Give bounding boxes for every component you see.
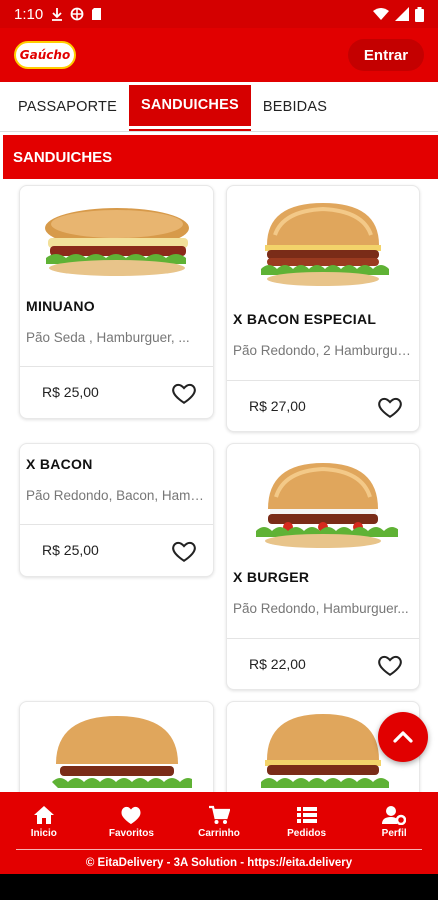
heart-icon (121, 806, 141, 825)
product-image (20, 702, 213, 792)
product-price: R$ 22,00 (249, 656, 306, 672)
home-icon (33, 806, 54, 824)
nav-item-inicio[interactable]: Inicio (0, 792, 88, 852)
product-card-x-bacon[interactable]: X BACON Pão Redondo, Bacon, Hambu... R$ … (19, 443, 214, 577)
profile-settings-icon (382, 806, 407, 825)
signal-icon (395, 7, 409, 21)
card-divider (20, 524, 213, 525)
product-list[interactable]: SANDUICHES MINUANO Pão Seda , Hamburguer… (0, 132, 438, 792)
favorite-heart-icon[interactable] (171, 538, 197, 564)
card-divider (20, 366, 213, 367)
brand-logo-text: Gaúcho (19, 48, 71, 62)
product-name: X BACON ESPECIAL (233, 311, 377, 327)
vpn-icon (70, 7, 84, 21)
nav-label: Carrinho (198, 828, 240, 839)
footer-credits: © EitaDelivery - 3A Solution - https://e… (0, 852, 438, 874)
product-description: Pão Redondo, Bacon, Hambu... (26, 488, 207, 503)
product-name: MINUANO (26, 298, 95, 314)
nav-label: Favoritos (108, 828, 154, 839)
favorite-heart-icon[interactable] (377, 394, 403, 420)
nav-label: Pedidos (287, 828, 327, 839)
product-card-partial-left[interactable] (19, 701, 214, 792)
product-price: R$ 25,00 (42, 542, 99, 558)
bottom-navigation: Inicio Favoritos Carrinho Pedidos Perfil (0, 792, 438, 852)
product-name: X BACON (26, 456, 93, 472)
product-description: Pão Seda , Hamburguer, ... (26, 330, 190, 345)
favorite-heart-icon[interactable] (171, 380, 197, 406)
product-image (227, 444, 419, 562)
nav-item-perfil[interactable]: Perfil (350, 792, 438, 852)
product-price: R$ 25,00 (42, 384, 99, 400)
tab-sanduiches[interactable]: SANDUICHES (128, 84, 251, 129)
product-name: X BURGER (233, 569, 310, 585)
product-image (227, 186, 419, 304)
product-card-x-bacon-especial[interactable]: X BACON ESPECIAL Pão Redondo, 2 Hamburgu… (226, 185, 420, 432)
sandwich-image (261, 203, 389, 286)
sd-card-icon (92, 8, 102, 20)
app-bar: Gaúcho Entrar (0, 28, 438, 82)
status-time: 1:10 (14, 5, 44, 23)
tab-bebidas[interactable]: BEBIDAS (251, 85, 339, 129)
list-icon (296, 807, 317, 823)
status-bar: 1:10 (0, 0, 438, 28)
chevron-up-icon (393, 731, 413, 743)
favorite-heart-icon[interactable] (377, 652, 403, 678)
sandwich-image (44, 207, 189, 276)
sandwich-image (256, 463, 398, 548)
nav-label: Inicio (30, 828, 57, 839)
product-image (20, 186, 213, 291)
cart-icon (208, 805, 230, 824)
product-card-minuano[interactable]: MINUANO Pão Seda , Hamburguer, ... R$ 25… (19, 185, 214, 419)
sandwich-image (51, 716, 192, 788)
card-divider (227, 638, 419, 639)
category-tabs: PASSAPORTE SANDUICHES BEBIDAS (0, 82, 438, 132)
system-navigation-bar (0, 874, 438, 900)
nav-item-pedidos[interactable]: Pedidos (263, 792, 351, 852)
section-title: SANDUICHES (3, 135, 438, 179)
login-button[interactable]: Entrar (348, 39, 424, 71)
scroll-to-top-button[interactable] (378, 712, 428, 762)
brand-logo[interactable]: Gaúcho (14, 41, 76, 69)
tab-passaporte[interactable]: PASSAPORTE (6, 85, 129, 129)
nav-item-favoritos[interactable]: Favoritos (88, 792, 176, 852)
product-price: R$ 27,00 (249, 398, 306, 414)
sandwich-image (261, 714, 389, 788)
download-icon (52, 8, 63, 21)
footer-divider (16, 849, 422, 850)
nav-label: Perfil (381, 828, 407, 839)
nav-item-carrinho[interactable]: Carrinho (175, 792, 263, 852)
product-description: Pão Redondo, 2 Hamburguer... (233, 343, 413, 358)
card-divider (227, 380, 419, 381)
battery-icon (415, 6, 424, 22)
wifi-icon (373, 8, 389, 20)
product-description: Pão Redondo, Hamburguer... (233, 601, 409, 616)
product-card-x-burger[interactable]: X BURGER Pão Redondo, Hamburguer... R$ 2… (226, 443, 420, 690)
